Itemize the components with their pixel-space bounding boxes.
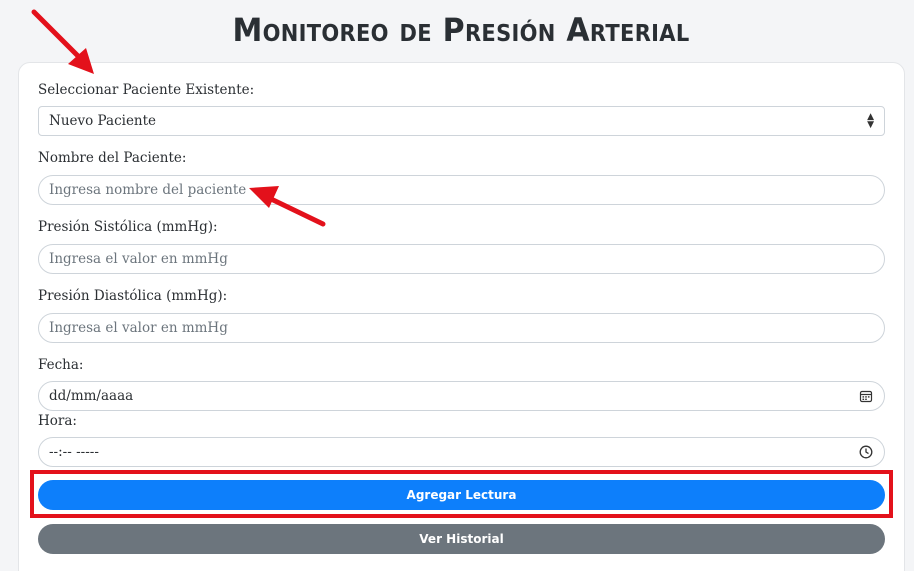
date-label: Fecha: [38,357,84,373]
time-label: Hora: [38,413,77,429]
date-input[interactable]: dd/mm/aaaa [38,381,885,411]
patient-select-label: Seleccionar Paciente Existente: [38,82,255,98]
patient-select-value: Nuevo Paciente [49,113,157,129]
diastolic-label: Presión Diastólica (mmHg): [38,288,228,304]
systolic-input[interactable]: Ingresa el valor en mmHg [38,244,885,274]
patient-select[interactable]: Nuevo Paciente ▲ ▼ [38,106,885,136]
time-input[interactable]: --:-- ----- [38,437,885,467]
systolic-placeholder: Ingresa el valor en mmHg [49,251,228,267]
diastolic-placeholder: Ingresa el valor en mmHg [49,320,228,336]
systolic-label: Presión Sistólica (mmHg): [38,219,218,235]
name-input[interactable]: Ingresa nombre del paciente [38,175,885,205]
add-reading-button[interactable]: Agregar Lectura [38,480,885,510]
time-value: --:-- ----- [49,444,99,460]
view-history-button[interactable]: Ver Historial [38,524,885,554]
annotation-arrow-icon [31,9,94,74]
calendar-icon[interactable] [859,389,873,403]
page-title: Monitoreo de Presión Arterial [232,11,690,50]
annotation-arrow-icon [249,186,326,227]
name-placeholder: Ingresa nombre del paciente [49,182,247,198]
date-value: dd/mm/aaaa [49,388,134,404]
clock-icon[interactable] [859,445,873,459]
name-label: Nombre del Paciente: [38,150,187,166]
diastolic-input[interactable]: Ingresa el valor en mmHg [38,313,885,343]
select-chevron-icon: ▲ ▼ [867,112,874,130]
